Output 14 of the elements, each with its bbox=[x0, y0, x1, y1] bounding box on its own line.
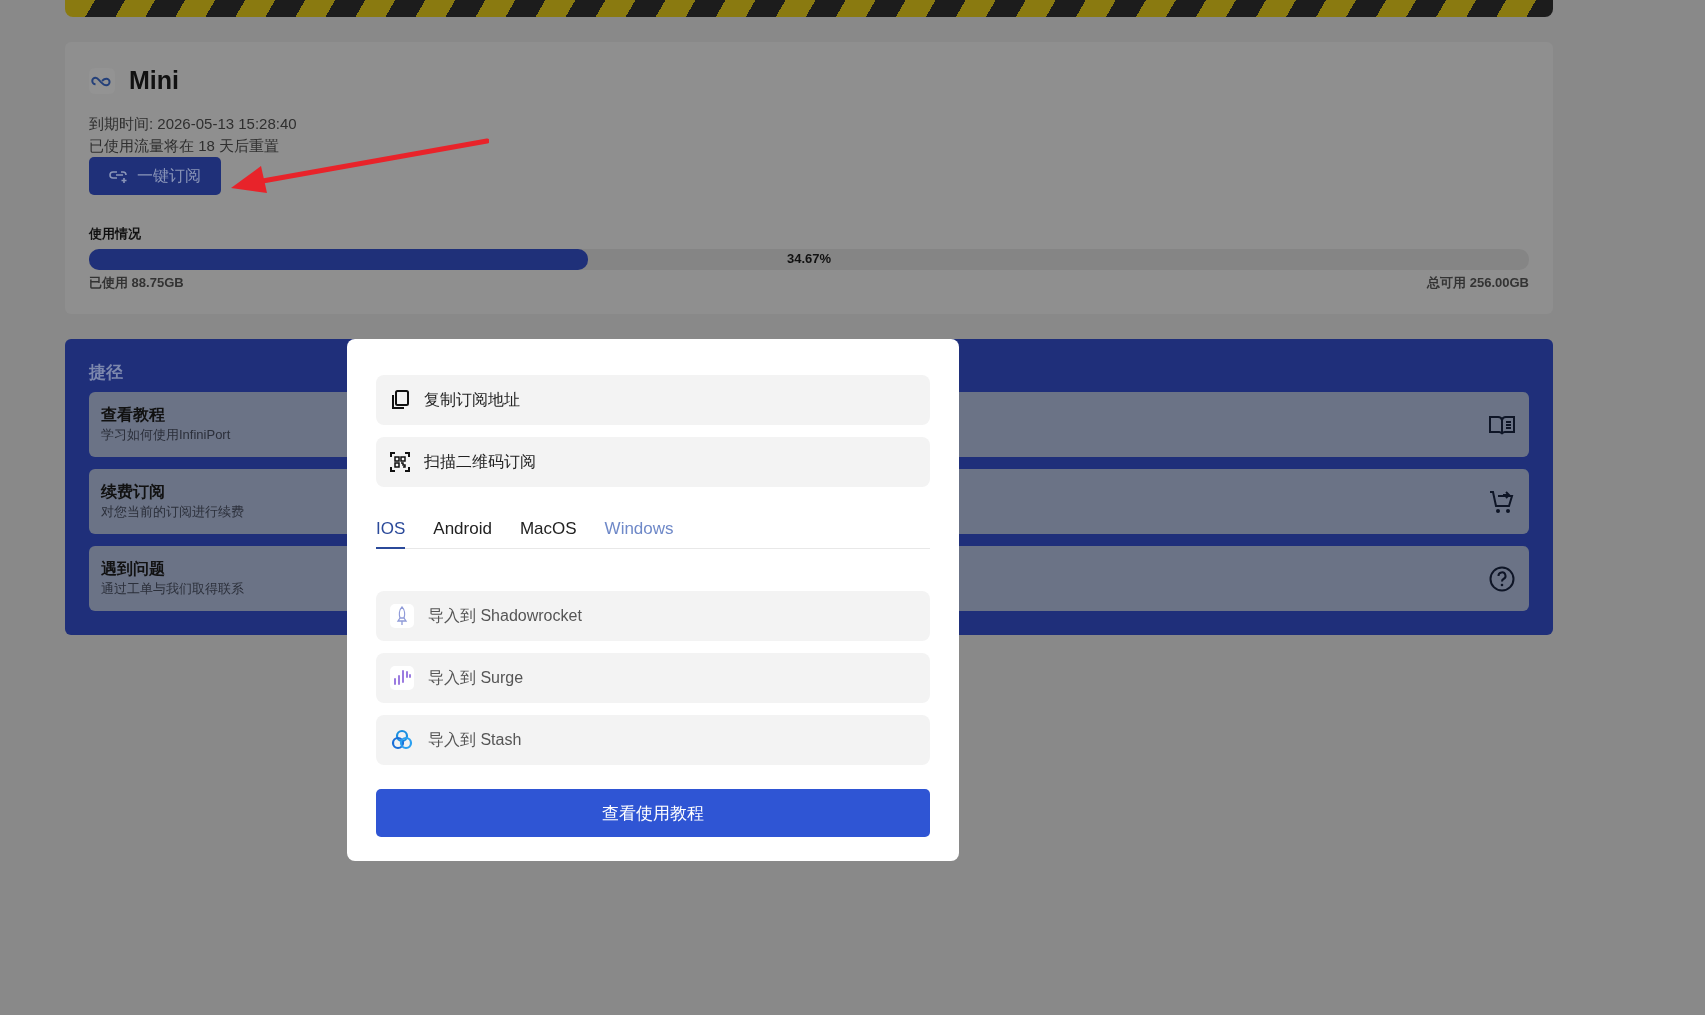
usage-title: 使用情况 bbox=[89, 225, 142, 243]
total-amount: 总可用 256.00GB bbox=[1427, 274, 1529, 292]
shortcuts-title: 捷径 bbox=[89, 362, 124, 384]
plan-name: Mini bbox=[129, 66, 179, 95]
used-amount: 已使用 88.75GB bbox=[89, 274, 184, 292]
shortcut-title: 续费订阅 bbox=[101, 482, 166, 502]
expiry-text: 到期时间: 2026-05-13 15:28:40 bbox=[89, 114, 298, 134]
shortcut-title: 查看教程 bbox=[101, 405, 166, 425]
shortcut-subtitle: 通过工单与我们取得联系 bbox=[101, 580, 244, 598]
usage-percent: 34.67% bbox=[786, 251, 832, 266]
shortcut-subtitle: 学习如何使用InfiniPort bbox=[101, 426, 231, 444]
shortcut-subtitle: 对您当前的订阅进行续费 bbox=[101, 503, 244, 521]
reset-note: 已使用流量将在 18 天后重置 bbox=[89, 136, 281, 156]
shortcut-title: 遇到问题 bbox=[101, 559, 166, 579]
